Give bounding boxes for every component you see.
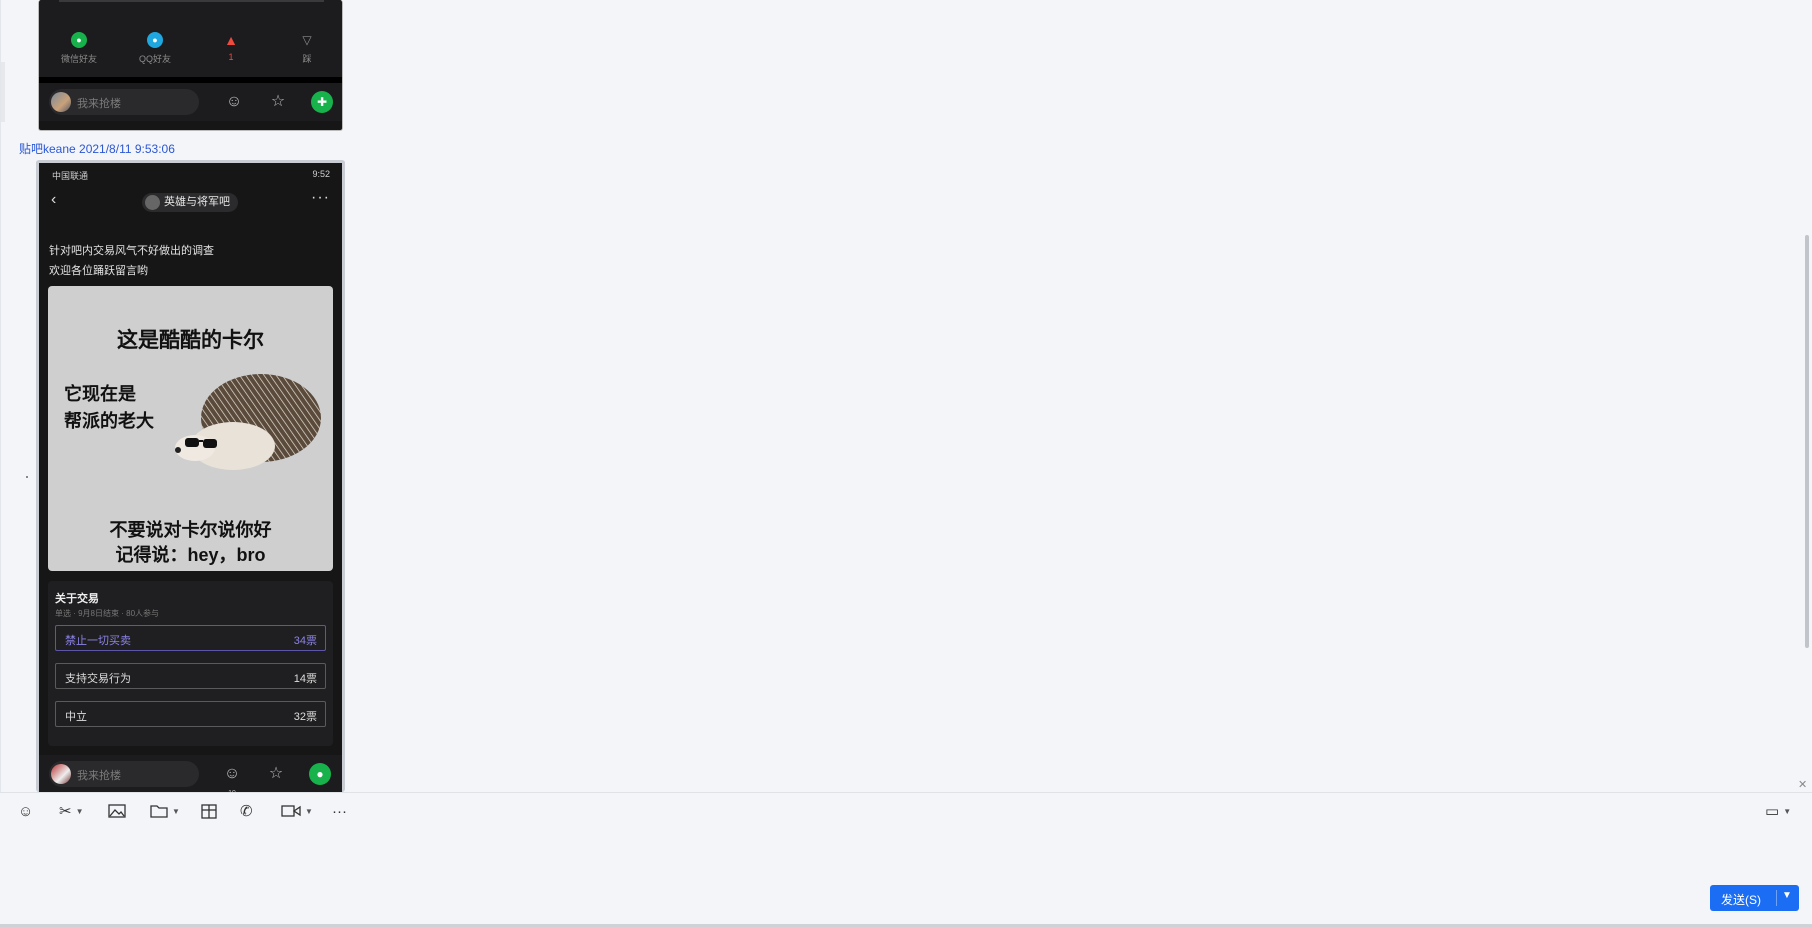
thumbs-down-icon: ▽ [302, 33, 312, 47]
chat-message-area: ● 微信好友 ● QQ好友 ▲ 1 ▽ 踩 我来抢楼 ☺ ☆ ✚ 贴吧keane… [0, 0, 1812, 792]
star-icon: ☆ [268, 765, 284, 782]
reply-box: 我来抢楼 [49, 89, 199, 115]
collapse-icon[interactable]: ✕ [1798, 778, 1807, 791]
poll-option-label: 支持交易行为 [65, 673, 131, 685]
reply-placeholder: 我来抢楼 [77, 98, 121, 110]
more-icon: ··· [311, 189, 330, 206]
chat-history-icon: ▭ [1765, 803, 1780, 820]
share-like: ▲ 1 [196, 32, 266, 62]
folder-icon [150, 805, 168, 818]
image-icon [108, 804, 126, 818]
scissors-icon: ✂ [59, 803, 72, 820]
chevron-down-icon: ▼ [172, 806, 180, 816]
reply-bar: 我来抢楼 ☺19 ☆ ● [39, 755, 342, 792]
meme-text-block: 不要说对卡尔说你好 记得说：hey，bro [48, 518, 333, 568]
more-icon: ··· [332, 802, 347, 820]
post-text: 针对吧内交易风气不好做出的调查 欢迎各位踊跃留言哟 [49, 241, 214, 281]
status-time: 9:52 [312, 169, 330, 179]
input-toolbar: ☺ ✂ ▼ ▼ ✆ ▼ ··· ▭ ▼ [0, 792, 1812, 828]
wechat-share-icon: ✚ [311, 91, 333, 113]
poll-card: 关于交易 单选 · 9月8日结束 · 80人参与 禁止一切买卖 34票 支持交易… [48, 581, 333, 746]
reply-placeholder: 我来抢楼 [77, 770, 121, 782]
video-icon [281, 805, 301, 817]
meme-image: 这是酷酷的卡尔 它现在是 帮派的老大 不要说对卡尔说你好 记得说：hey，bro [48, 286, 333, 571]
message-image[interactable]: 中国联通 9:52 ‹ 英雄与将军吧 ··· 针对吧内交易风气不好做出的调查 欢… [36, 160, 345, 792]
red-packet-icon [201, 804, 217, 819]
red-packet-button[interactable] [200, 801, 218, 821]
share-label: 踩 [302, 54, 312, 64]
meme-text: 这是酷酷的卡尔 [117, 329, 264, 352]
left-edge-tab [1, 62, 5, 122]
share-wechat: ● 微信好友 [44, 32, 114, 65]
image-button[interactable] [108, 801, 126, 821]
wechat-icon: ● [71, 32, 87, 48]
poll-option-votes: 34票 [293, 635, 317, 647]
chevron-down-icon: ▼ [1783, 806, 1792, 816]
comment-icon: ☺19 [222, 764, 242, 792]
wechat-share-icon: ● [309, 763, 331, 785]
poll-option-votes: 14票 [293, 673, 317, 685]
message-image-previous[interactable]: ● 微信好友 ● QQ好友 ▲ 1 ▽ 踩 我来抢楼 ☺ ☆ ✚ [38, 0, 343, 131]
scroll-marker [26, 476, 28, 478]
phone-nav-bar: ‹ 英雄与将军吧 ··· [39, 185, 342, 219]
avatar [51, 92, 71, 112]
post-line: 针对吧内交易风气不好做出的调查 [49, 245, 214, 257]
message-sender-line[interactable]: 贴吧keane 2021/8/11 9:53:06 [19, 140, 175, 157]
chevron-down-icon: ▼ [75, 806, 84, 816]
poll-option-label: 禁止一切买卖 [65, 635, 131, 647]
send-button-label: 发送(S) [1721, 893, 1761, 907]
qq-icon: ● [147, 32, 163, 48]
like-count: 1 [228, 52, 234, 62]
chevron-down-icon: ▼ [305, 806, 313, 816]
send-options-chevron-icon[interactable]: ▼ [1782, 890, 1792, 901]
meme-text: 记得说：hey，bro [115, 545, 266, 565]
poll-option: 中立 32票 [55, 701, 326, 727]
send-button-divider [1776, 890, 1777, 906]
poll-option-votes: 32票 [293, 711, 317, 723]
voice-call-button[interactable]: ✆ [240, 801, 253, 821]
meme-text-block: 它现在是 帮派的老大 [64, 381, 154, 435]
meme-text: 不要说对卡尔说你好 [109, 520, 272, 540]
more-button[interactable]: ··· [332, 801, 347, 821]
forum-name: 英雄与将军吧 [164, 196, 230, 208]
share-row: ● 微信好友 ● QQ好友 ▲ 1 ▽ 踩 [39, 0, 342, 77]
hedgehog-picture [175, 374, 321, 470]
input-bar-edge [59, 0, 324, 2]
back-icon: ‹ [51, 191, 57, 208]
poll-option: 支持交易行为 14票 [55, 663, 326, 689]
meme-text: 它现在是 [64, 384, 136, 404]
carrier-label: 中国联通 [52, 171, 89, 181]
star-icon: ☆ [270, 93, 286, 110]
phone-status-bar: 中国联通 9:52 [39, 163, 342, 185]
file-button[interactable]: ▼ [150, 801, 180, 821]
poll-option: 禁止一切买卖 34票 [55, 625, 326, 651]
video-call-button[interactable]: ▼ [281, 801, 313, 821]
forum-name-pill: 英雄与将军吧 [142, 193, 238, 212]
message-input[interactable] [0, 828, 1812, 927]
share-label: QQ好友 [138, 54, 171, 64]
screenshot-button[interactable]: ✂ ▼ [59, 801, 84, 821]
forum-avatar [145, 195, 160, 210]
comment-icon: ☺ [225, 93, 243, 110]
reply-bar: 我来抢楼 ☺ ☆ ✚ [39, 83, 342, 121]
thumbs-up-icon: ▲ [224, 32, 238, 48]
poll-title: 关于交易 [55, 593, 99, 605]
chat-history-button[interactable]: ▭ ▼ [1765, 801, 1791, 821]
meme-text: 帮派的老大 [64, 411, 154, 431]
share-qq: ● QQ好友 [120, 32, 190, 65]
share-dislike: ▽ 踩 [272, 32, 342, 65]
scrollbar-thumb[interactable] [1805, 235, 1809, 648]
poll-meta: 单选 · 9月8日结束 · 80人参与 [55, 609, 160, 618]
poll-option-label: 中立 [65, 711, 87, 723]
emoji-icon[interactable]: ☺ [18, 801, 33, 821]
reply-box: 我来抢楼 [49, 761, 199, 787]
post-line: 欢迎各位踊跃留言哟 [49, 265, 148, 277]
send-button[interactable]: 发送(S) ▼ [1710, 885, 1799, 911]
avatar [51, 764, 71, 784]
share-label: 微信好友 [60, 54, 97, 64]
phone-icon: ✆ [240, 803, 253, 820]
